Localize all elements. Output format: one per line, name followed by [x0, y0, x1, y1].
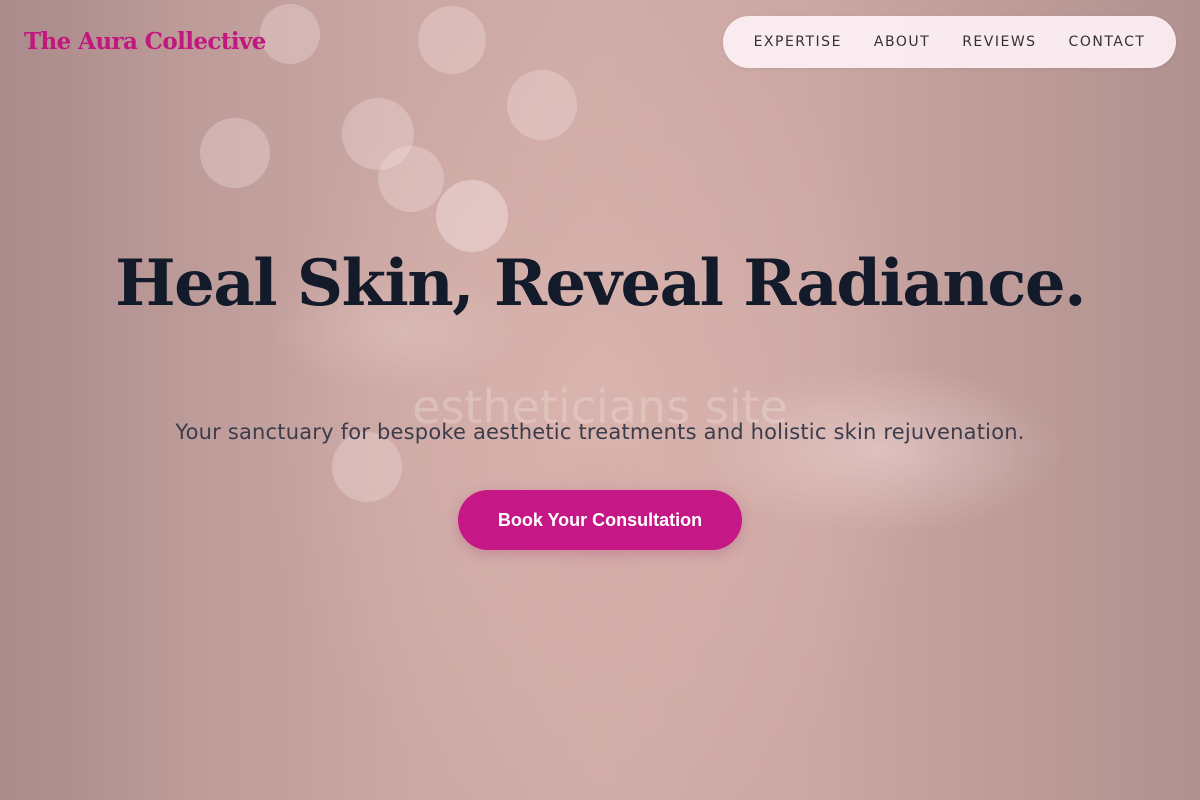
hero-title: Heal Skin, Reveal Radiance.: [115, 246, 1086, 321]
book-consultation-button[interactable]: Book Your Consultation: [458, 490, 742, 550]
nav-link-expertise[interactable]: EXPERTISE: [754, 34, 842, 50]
hero-subtitle: Your sanctuary for bespoke aesthetic tre…: [175, 420, 1025, 444]
nav-link-about[interactable]: ABOUT: [874, 34, 930, 50]
main-nav: EXPERTISE ABOUT REVIEWS CONTACT: [723, 16, 1176, 68]
nav-link-contact[interactable]: CONTACT: [1069, 34, 1146, 50]
nav-link-reviews[interactable]: REVIEWS: [962, 34, 1036, 50]
brand-logo[interactable]: The Aura Collective: [24, 28, 266, 55]
